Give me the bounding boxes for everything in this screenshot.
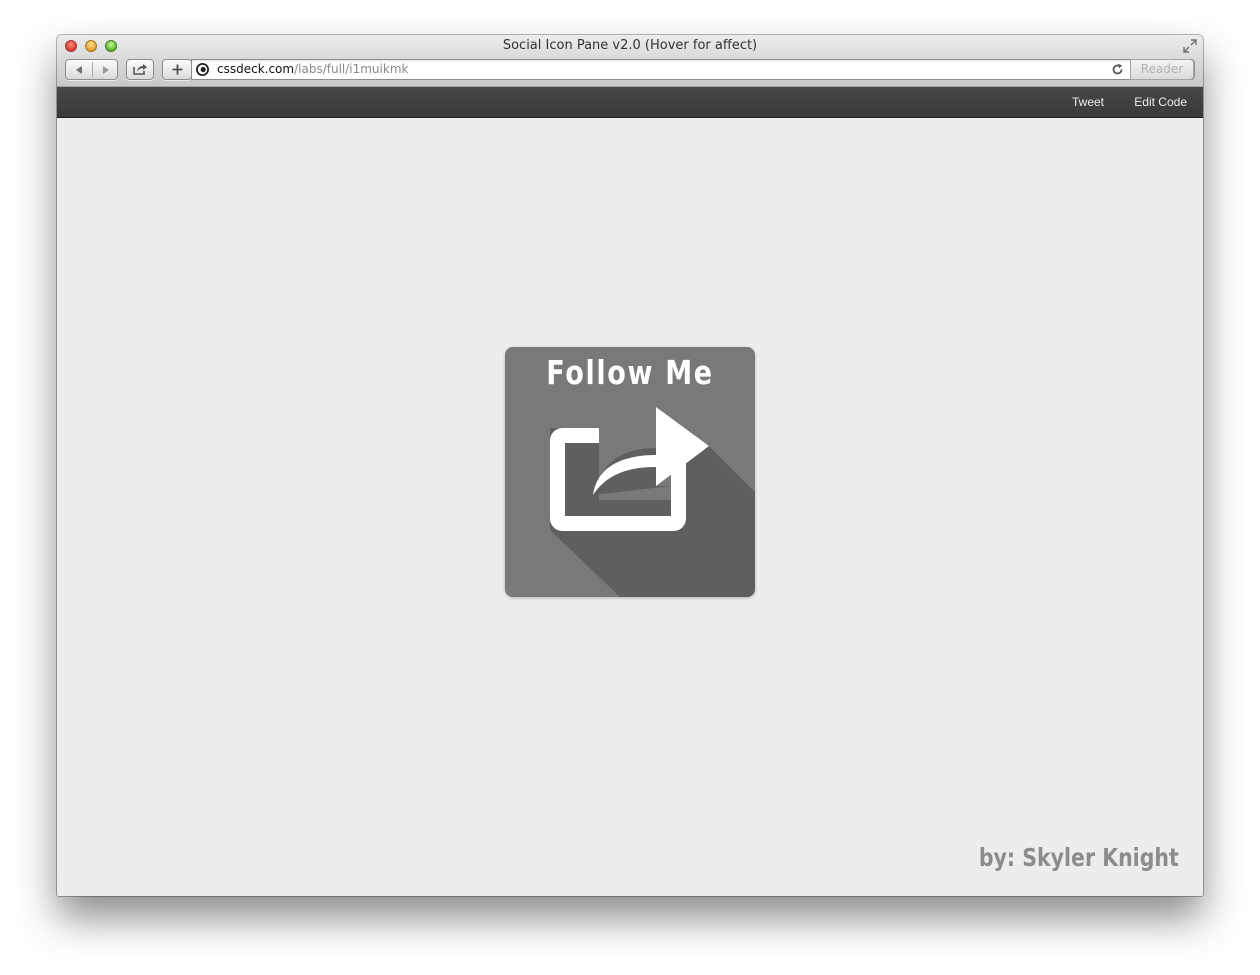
reload-icon[interactable] <box>1111 63 1124 76</box>
edit-code-link[interactable]: Edit Code <box>1134 95 1187 109</box>
window-title: Social Icon Pane v2.0 (Hover for affect) <box>502 38 758 53</box>
site-favicon-icon <box>196 63 209 76</box>
back-button[interactable] <box>66 60 92 79</box>
browser-window: Social Icon Pane v2.0 (Hover for affect) <box>57 35 1203 896</box>
page-content: Follow Me by: Skyler Knight <box>57 118 1203 896</box>
tweet-link[interactable]: Tweet <box>1072 95 1104 109</box>
fullscreen-icon[interactable] <box>1183 39 1197 53</box>
forward-button[interactable] <box>93 60 118 79</box>
url-domain: cssdeck.com <box>217 62 295 76</box>
url-path: /labs/full/i1muikmk <box>294 62 409 76</box>
social-icon-pane[interactable]: Follow Me <box>505 347 755 597</box>
new-tab-button[interactable] <box>162 59 192 80</box>
nav-button-group <box>65 59 118 80</box>
share-button[interactable] <box>126 59 154 80</box>
plus-icon <box>172 64 182 75</box>
reader-button[interactable]: Reader <box>1130 59 1194 80</box>
pane-title: Follow Me <box>546 353 714 392</box>
address-bar[interactable]: cssdeck.com/labs/full/i1muikmk Reader <box>191 59 1195 80</box>
back-arrow-icon <box>76 65 82 74</box>
titlebar: Social Icon Pane v2.0 (Hover for affect) <box>57 35 1203 87</box>
url-text: cssdeck.com/labs/full/i1muikmk <box>217 62 408 77</box>
forward-arrow-icon <box>102 65 109 74</box>
share-icon <box>133 64 147 75</box>
author-byline: by: Skyler Knight <box>979 843 1179 872</box>
site-toolbar: Tweet Edit Code <box>57 87 1203 118</box>
